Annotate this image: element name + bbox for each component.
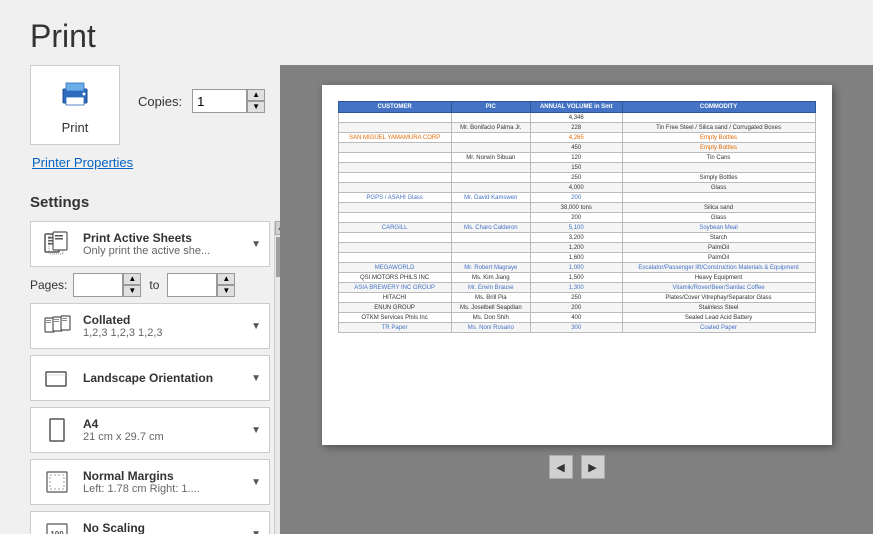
setting-orientation-main: Landscape Orientation	[83, 371, 247, 385]
copies-input-wrap: ▲ ▼	[192, 89, 265, 113]
svg-text:100: 100	[50, 530, 64, 534]
table-row: 4,346	[338, 113, 815, 123]
setting-paper-sub: 21 cm x 29.7 cm	[83, 431, 247, 443]
setting-paper-arrow: ▼	[251, 425, 261, 436]
pages-from-input[interactable]	[73, 273, 123, 297]
setting-collated-sub: 1,2,3 1,2,3 1,2,3	[83, 327, 247, 339]
paper-icon	[39, 414, 75, 446]
col-header-pic: PIC	[451, 102, 530, 113]
print-btn-label: Print	[62, 120, 89, 135]
setting-print-sheets-sub: Only print the active she...	[83, 245, 247, 257]
pages-to-input[interactable]	[167, 273, 217, 297]
pages-to-up[interactable]: ▲	[217, 273, 235, 285]
pages-from-spinners: ▲ ▼	[123, 273, 141, 297]
table-row: 150	[338, 163, 815, 173]
setting-print-sheets[interactable]: Print Active Sheets Only print the activ…	[30, 221, 270, 267]
setting-paper-main: A4	[83, 417, 247, 431]
setting-collated-text: Collated 1,2,3 1,2,3 1,2,3	[83, 313, 247, 339]
table-row: PGPS / ASAHI GlassMr. David Kamswen200	[338, 193, 815, 203]
col-header-commodity: COMMODITY	[622, 102, 815, 113]
setting-margins-text: Normal Margins Left: 1.78 cm Right: 1...…	[83, 469, 247, 495]
setting-scaling[interactable]: 100 No Scaling Print sheets at their act…	[30, 511, 270, 534]
setting-orientation[interactable]: Landscape Orientation ▼	[30, 355, 270, 401]
printer-icon	[57, 75, 93, 114]
pages-from-wrap: ▲ ▼	[73, 273, 141, 297]
col-header-volume: ANNUAL VOLUME in Smt	[530, 102, 622, 113]
page-title: Print	[0, 0, 873, 65]
table-row: Mr. Bonifacio Palma Jr.228Tin Free Steel…	[338, 123, 815, 133]
table-row: ENUN GROUPMs. Joselbell Seapdian200Stain…	[338, 303, 815, 313]
setting-scaling-main: No Scaling	[83, 521, 247, 534]
table-row: OTKM Services Phils IncMs. Don Shih400Se…	[338, 313, 815, 323]
printer-properties-link[interactable]: Printer Properties	[32, 155, 133, 170]
table-row: 200Glass	[338, 213, 815, 223]
setting-margins-arrow: ▼	[251, 477, 261, 488]
table-row: 38,000 tonsSilica sand	[338, 203, 815, 213]
pages-from-up[interactable]: ▲	[123, 273, 141, 285]
preview-table: CUSTOMER PIC ANNUAL VOLUME in Smt COMMOD…	[338, 101, 816, 333]
table-row: TR PaperMs. Noni Rosario300Coated Paper	[338, 323, 815, 333]
setting-paper[interactable]: A4 21 cm x 29.7 cm ▼	[30, 407, 270, 453]
pages-to-wrap: ▲ ▼	[167, 273, 235, 297]
copies-down-btn[interactable]: ▼	[247, 101, 265, 113]
setting-paper-text: A4 21 cm x 29.7 cm	[83, 417, 247, 443]
table-row: 1,600PalmOil	[338, 253, 815, 263]
scaling-icon: 100	[39, 518, 75, 534]
setting-collated-main: Collated	[83, 313, 247, 327]
pages-to-down[interactable]: ▼	[217, 285, 235, 297]
pages-label: Pages:	[30, 278, 67, 292]
pages-to-spinners: ▲ ▼	[217, 273, 235, 297]
print-button[interactable]: Print	[30, 65, 120, 145]
setting-print-sheets-arrow: ▼	[251, 239, 261, 250]
collate-icon	[39, 310, 75, 342]
setting-orientation-arrow: ▼	[251, 373, 261, 384]
print-button-area: Print Copies: ▲ ▼ Printer Properties	[30, 65, 280, 184]
setting-print-sheets-text: Print Active Sheets Only print the activ…	[83, 231, 247, 257]
settings-with-scroll: Print Active Sheets Only print the activ…	[30, 221, 280, 534]
margins-icon	[39, 466, 75, 498]
table-row: HITACHIMs. Brill Pia250Plates/Cover Vitr…	[338, 293, 815, 303]
setting-margins-main: Normal Margins	[83, 469, 247, 483]
left-panel: Print Copies: ▲ ▼ Printer Properties Se	[0, 65, 280, 534]
preview-panel: CUSTOMER PIC ANNUAL VOLUME in Smt COMMOD…	[280, 65, 873, 534]
settings-panel: Settings	[30, 194, 280, 534]
setting-collated[interactable]: Collated 1,2,3 1,2,3 1,2,3 ▼	[30, 303, 270, 349]
copies-row: Copies: ▲ ▼	[138, 89, 265, 113]
next-page-button[interactable]: ▶	[581, 455, 605, 479]
copies-input[interactable]	[192, 89, 247, 113]
table-row: 1,200PalmOil	[338, 243, 815, 253]
table-row: 4,000Glass	[338, 183, 815, 193]
table-row: MEGAWORLDMr. Robert Magraye1,000Escalato…	[338, 263, 815, 273]
pages-row: Pages: ▲ ▼ to ▲	[30, 273, 270, 297]
setting-margins[interactable]: Normal Margins Left: 1.78 cm Right: 1...…	[30, 459, 270, 505]
settings-title: Settings	[30, 194, 280, 211]
table-row: ASIA BREWERY INC GROUPMr. Erwin Brause1,…	[338, 283, 815, 293]
setting-collated-arrow: ▼	[251, 321, 261, 332]
setting-orientation-text: Landscape Orientation	[83, 371, 247, 385]
table-row: 450Empty Bottles	[338, 143, 815, 153]
table-row: 3,200Starch	[338, 233, 815, 243]
pages-to-label: to	[149, 278, 159, 292]
copies-spinners: ▲ ▼	[247, 89, 265, 113]
settings-items: Print Active Sheets Only print the activ…	[30, 221, 270, 534]
copies-label: Copies:	[138, 94, 182, 109]
table-row: 250Simply Bottles	[338, 173, 815, 183]
table-row: Mr. Norwin Sibuan120Tin Cans	[338, 153, 815, 163]
setting-scaling-arrow: ▼	[251, 529, 261, 534]
preview-nav: ◀ ▶	[322, 455, 832, 479]
col-header-customer: CUSTOMER	[338, 102, 451, 113]
copies-up-btn[interactable]: ▲	[247, 89, 265, 101]
preview-container: CUSTOMER PIC ANNUAL VOLUME in Smt COMMOD…	[322, 85, 832, 445]
landscape-icon	[39, 362, 75, 394]
table-row: QSI MOTORS PHILS INCMs. Kim Jiang1,500He…	[338, 273, 815, 283]
setting-scaling-text: No Scaling Print sheets at their actu...	[83, 521, 247, 534]
setting-print-sheets-main: Print Active Sheets	[83, 231, 247, 245]
pages-from-down[interactable]: ▼	[123, 285, 141, 297]
setting-margins-sub: Left: 1.78 cm Right: 1....	[83, 483, 247, 495]
sheets-icon	[39, 228, 75, 260]
preview-table-wrapper: CUSTOMER PIC ANNUAL VOLUME in Smt COMMOD…	[338, 101, 816, 429]
table-row: CARGILLMs. Charo Calderon5,100Soybean Me…	[338, 223, 815, 233]
prev-page-button[interactable]: ◀	[549, 455, 573, 479]
table-row: SAN MIGUEL YAMAMURA CORP4,265Empty Bottl…	[338, 133, 815, 143]
